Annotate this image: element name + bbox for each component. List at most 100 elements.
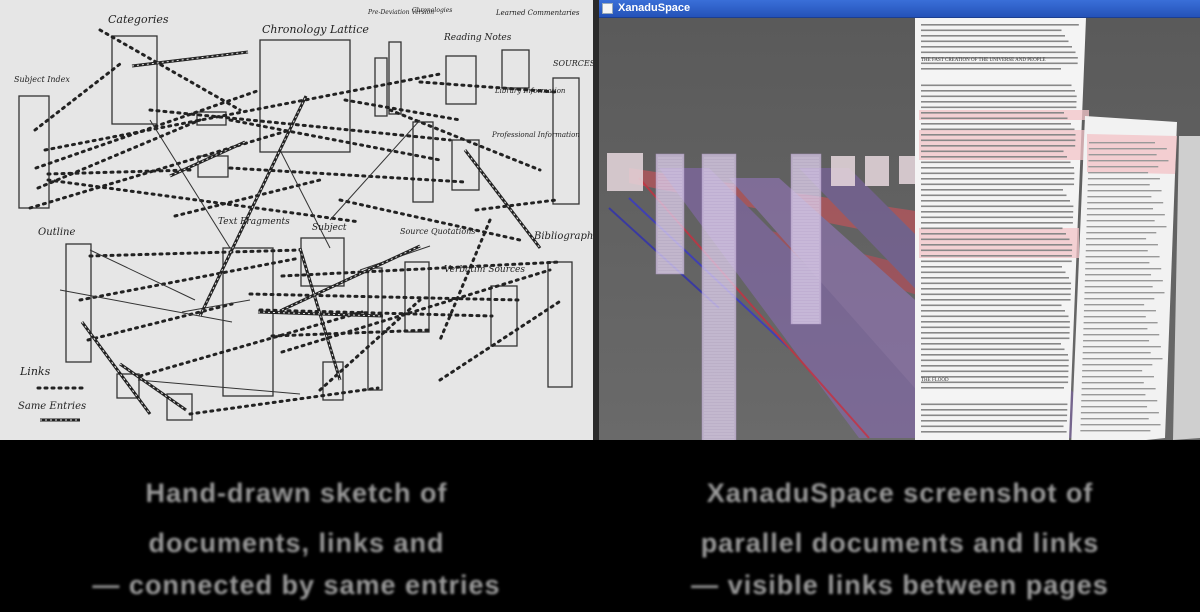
side-doc-text-line — [1081, 376, 1154, 378]
label-learned-commentaries: Learned Commentaries — [496, 9, 580, 17]
doc-text-line — [921, 277, 1069, 279]
doc-text-line — [921, 304, 1062, 307]
doc-text-line — [921, 51, 1076, 54]
doc-far-3 — [865, 156, 889, 186]
doc-text-line — [921, 321, 1070, 323]
side-doc-text-line — [1086, 226, 1167, 228]
doc-text-line — [921, 134, 1076, 136]
doc-text-line — [921, 310, 1065, 312]
doc-text-line — [921, 200, 1070, 202]
label-same-entries-legend: Same Entries — [18, 401, 87, 412]
doc-text-line — [921, 425, 1064, 428]
side-doc-text-line — [1080, 430, 1151, 432]
doc-text-line — [921, 227, 1063, 230]
doc-text-line — [921, 216, 1074, 219]
doc-text-line — [921, 343, 1061, 345]
side-doc-text-line — [1084, 280, 1163, 282]
side-doc-text-line — [1081, 394, 1146, 396]
doc-text-line — [921, 387, 1064, 389]
side-doc-text-line — [1081, 400, 1158, 402]
doc-text-line — [921, 249, 1073, 252]
side-doc-text-line — [1081, 382, 1144, 384]
side-doc-text-line — [1080, 412, 1159, 414]
box-subject-index — [18, 95, 50, 209]
3d-document-scene[interactable] — [599, 18, 1200, 440]
side-doc-text-line — [1087, 178, 1160, 180]
box-reading-notes — [445, 55, 477, 105]
highlight-3 — [919, 228, 1079, 258]
doc-text-line — [921, 271, 1066, 274]
doc-text-line — [921, 222, 1073, 224]
sketch-drawing — [18, 28, 580, 422]
doc-far-2 — [831, 156, 855, 186]
side-doc-text-line — [1084, 292, 1165, 294]
side-doc-text-line — [1086, 214, 1165, 216]
doc-text-line — [921, 90, 1075, 92]
caption-area: Hand-drawn sketch of documents, links an… — [0, 440, 1200, 612]
doc-text-line — [921, 183, 1075, 186]
doc-text-line — [921, 211, 1074, 213]
label-verbatim-sources: Verbatim Sources — [444, 265, 525, 275]
box-outline — [65, 243, 92, 363]
label-bibliography: Bibliography — [534, 231, 593, 242]
doc-text-line — [921, 326, 1070, 329]
doc-text-line — [921, 359, 1069, 362]
box-library — [501, 49, 530, 89]
doc-text-line — [921, 299, 1071, 301]
box-quote — [367, 267, 383, 391]
doc-text-line — [921, 139, 1076, 142]
side-doc-text-line — [1081, 406, 1148, 408]
doc-text-line — [921, 156, 1067, 158]
doc-text-line — [921, 244, 1073, 246]
doc-text-line — [921, 431, 1067, 433]
doc-text-line — [921, 68, 1061, 70]
window-title: XanaduSpace — [618, 2, 691, 14]
side-doc-text-line — [1080, 424, 1161, 426]
box-small-bottom-3 — [322, 361, 344, 401]
side-doc-text-line — [1083, 322, 1158, 324]
label-chronology-lattice: Chronology Lattice — [262, 23, 369, 36]
doc-text-line — [921, 128, 1075, 131]
side-doc-text-line — [1081, 388, 1156, 390]
side-doc-text-line — [1088, 148, 1167, 150]
label-subject: Subject — [312, 223, 347, 233]
doc-text-line — [921, 112, 1064, 114]
side-doc-text-line — [1083, 334, 1160, 336]
label-library-information: Library Information — [495, 87, 566, 95]
caption-right-line-3: — visible links between pages — [691, 570, 1109, 600]
side-doc-text-line — [1084, 286, 1153, 288]
doc-text-line — [921, 161, 1071, 164]
side-doc-text-line — [1082, 364, 1153, 366]
label-subject-index: Subject Index — [14, 75, 70, 84]
doc-text-line — [921, 29, 1062, 32]
doc-text-line — [921, 403, 1068, 406]
side-doc-text-line — [1083, 316, 1146, 318]
doc-text-line — [921, 409, 1068, 411]
doc-text-line — [921, 420, 1067, 422]
label-source-quotations: Source Quotations — [400, 227, 476, 236]
doc-text-line — [921, 167, 1074, 169]
doc-text-line — [921, 40, 1069, 43]
doc-text-line — [921, 370, 1069, 373]
caption-left-line-2: documents, links and — [148, 528, 445, 558]
doc-text-line — [921, 101, 1077, 103]
side-doc-text-line — [1085, 274, 1152, 276]
label-links-legend: Links — [20, 365, 51, 378]
side-doc-text-line — [1082, 346, 1161, 348]
side-doc-text-line — [1085, 268, 1162, 270]
doc-text-line — [921, 95, 1077, 98]
doc-text-line — [921, 145, 1076, 147]
doc-text-line — [921, 46, 1072, 48]
doc-far-1 — [607, 153, 643, 191]
box-top-pair-2 — [388, 41, 402, 115]
window-titlebar[interactable]: XanaduSpace — [599, 0, 1200, 18]
side-doc-text-line — [1084, 298, 1155, 300]
side-doc-text-line — [1083, 340, 1150, 342]
label-outline: Outline — [38, 227, 76, 238]
doc-text-line — [921, 117, 1068, 120]
label-chronologies: Chronologies — [412, 7, 453, 14]
caption-left-line-1: Hand-drawn sketch of — [145, 478, 448, 508]
doc-text-line — [921, 354, 1068, 356]
side-doc-text-line — [1082, 352, 1151, 354]
side-doc-text-line — [1087, 184, 1150, 186]
